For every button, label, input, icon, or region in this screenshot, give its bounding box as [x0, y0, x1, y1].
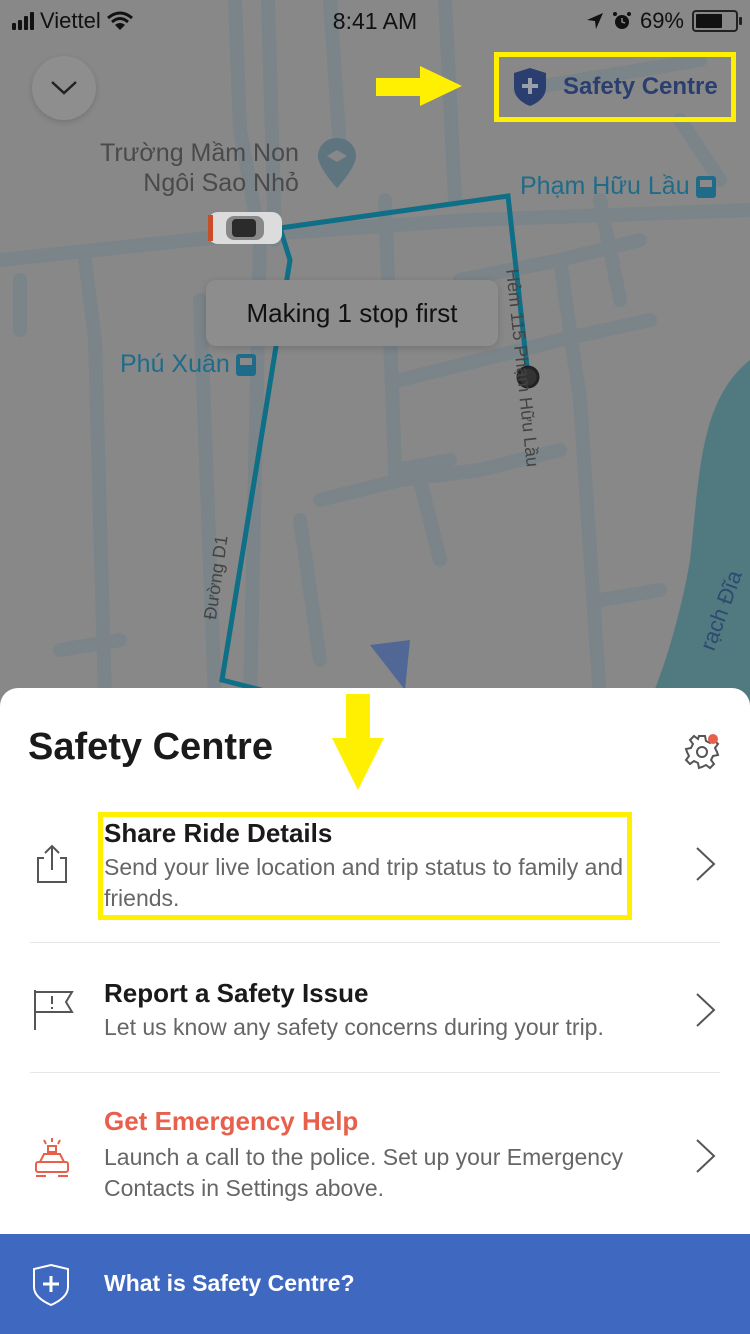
settings-badge — [708, 734, 718, 744]
status-bar: Viettel 8:41 AM 69% — [0, 0, 750, 42]
footer-label: What is Safety Centre? — [104, 1270, 355, 1296]
item-description: Launch a call to the police. Set up your… — [104, 1144, 624, 1201]
alarm-icon — [612, 12, 631, 29]
stop-info-bubble: Making 1 stop first — [206, 280, 498, 346]
divider — [30, 1072, 720, 1073]
chevron-down-icon — [51, 81, 77, 95]
school-pin-icon — [318, 138, 356, 188]
item-description: Let us know any safety concerns during y… — [104, 1014, 604, 1040]
river — [650, 360, 750, 700]
safety-centre-button[interactable]: Safety Centre — [494, 52, 736, 122]
bus-stop-label-phu-xuan[interactable]: Phú Xuân — [120, 350, 256, 379]
divider — [30, 942, 720, 943]
bus-stop-icon — [235, 353, 256, 376]
safety-centre-label: Safety Centre — [563, 73, 718, 100]
annotation-arrow-down-icon — [332, 694, 384, 790]
item-title: Report a Safety Issue — [104, 978, 369, 1008]
bus-stop-name: Phú Xuân — [120, 350, 230, 378]
flag-icon — [34, 990, 74, 1030]
annotation-highlight-box — [98, 812, 632, 920]
chevron-right-icon — [696, 847, 716, 881]
collapse-button[interactable] — [32, 56, 96, 120]
settings-button[interactable] — [682, 732, 722, 777]
location-heading-cone — [370, 640, 410, 690]
list-item-get-emergency-help[interactable]: Get Emergency Help Launch a call to the … — [0, 1106, 750, 1216]
shield-plus-icon — [33, 1263, 69, 1307]
bus-stop-label-pham-huu-lau[interactable]: Phạm Hữu Lầu — [520, 172, 716, 201]
gear-icon — [684, 734, 720, 770]
shield-plus-icon — [514, 68, 546, 106]
list-item-report-safety-issue[interactable]: Report a Safety Issue Let us know any sa… — [0, 978, 750, 1068]
share-icon — [37, 844, 67, 883]
car-icon — [208, 212, 282, 244]
poi-name-line1: Trường Mầm Non — [100, 139, 299, 167]
battery-icon — [692, 10, 742, 32]
poi-name-line2: Ngôi Sao Nhỏ — [143, 169, 299, 197]
police-car-icon — [35, 1138, 69, 1177]
item-title: Get Emergency Help — [104, 1106, 359, 1136]
battery-percent: 69% — [639, 8, 684, 33]
chevron-right-icon — [696, 1139, 716, 1173]
what-is-safety-centre-button[interactable]: What is Safety Centre? — [0, 1234, 750, 1334]
annotation-arrow-right-icon — [376, 66, 462, 106]
poi-label[interactable]: Trường Mầm Non Ngôi Sao Nhỏ — [100, 138, 299, 198]
bus-stop-icon — [695, 175, 716, 198]
bus-stop-name: Phạm Hữu Lầu — [520, 172, 690, 200]
sheet-title: Safety Centre — [28, 726, 273, 768]
location-arrow-icon — [586, 13, 603, 29]
chevron-right-icon — [696, 993, 716, 1027]
